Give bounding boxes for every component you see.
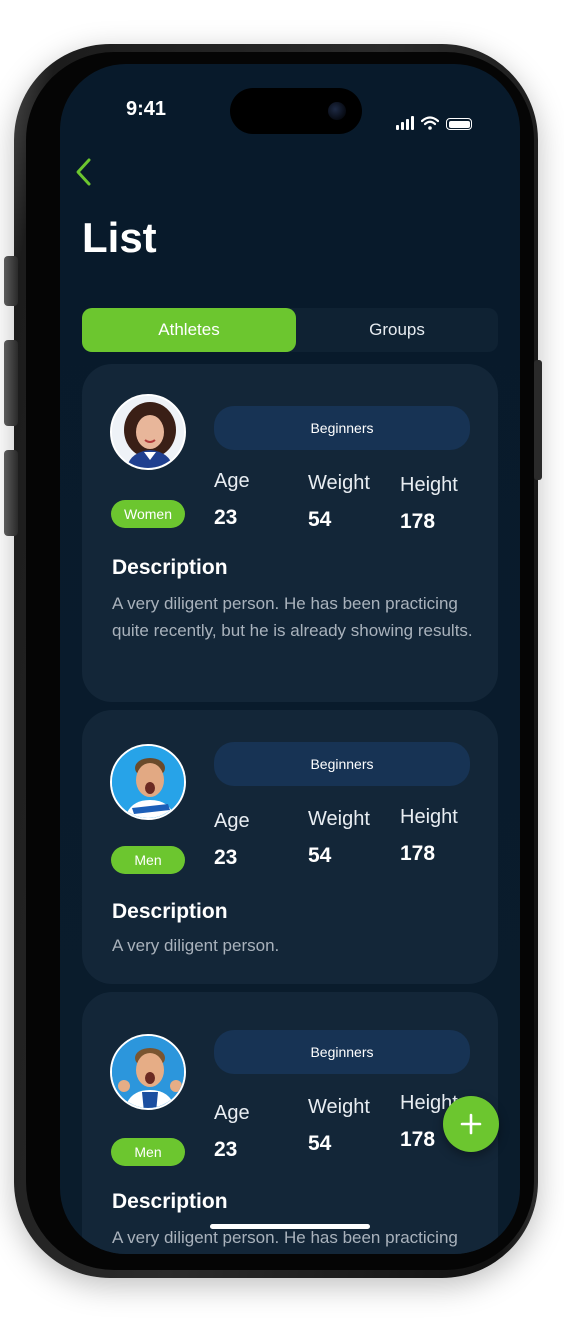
app-screen: 9:41 List Athletes Groups Women Beginner… [60, 64, 520, 1254]
power-button [534, 360, 542, 480]
age-label: Age [214, 1102, 250, 1124]
group-badge-button[interactable]: Beginners [214, 406, 470, 450]
avatar [110, 394, 186, 470]
description-heading: Description [112, 556, 228, 579]
wifi-icon [421, 116, 439, 130]
weight-label: Weight [308, 808, 370, 830]
page-title: List [82, 214, 157, 261]
group-badge-button[interactable]: Beginners [214, 1030, 470, 1074]
weight-label: Weight [308, 1096, 370, 1118]
avatar [110, 1034, 186, 1110]
description-heading: Description [112, 1190, 228, 1213]
age-value: 23 [214, 1138, 238, 1161]
man-portrait-icon [112, 1036, 184, 1108]
man-portrait-icon [112, 746, 184, 818]
height-label: Height [400, 474, 458, 496]
gender-badge: Women [111, 500, 185, 528]
age-value: 23 [214, 846, 238, 869]
home-indicator[interactable] [210, 1224, 370, 1229]
avatar [110, 744, 186, 820]
athlete-card[interactable]: Women Beginners Age 23 Weight 54 Height … [82, 364, 498, 702]
dynamic-island [230, 88, 362, 134]
age-value: 23 [214, 506, 238, 529]
volume-up-button [4, 340, 18, 426]
weight-value: 54 [308, 1132, 332, 1155]
gender-badge: Men [111, 1138, 185, 1166]
status-icons [396, 116, 472, 130]
plus-icon [460, 1113, 482, 1135]
height-label: Height [400, 806, 458, 828]
tab-athletes[interactable]: Athletes [82, 308, 296, 352]
cellular-signal-icon [396, 116, 414, 130]
athlete-card[interactable]: Men Beginners Age 23 Weight 54 Height 17… [82, 992, 498, 1254]
athlete-card[interactable]: Men Beginners Age 23 Weight 54 Height 17… [82, 710, 498, 984]
age-label: Age [214, 810, 250, 832]
chevron-left-icon [76, 158, 91, 186]
description-heading: Description [112, 900, 228, 923]
height-value: 178 [400, 842, 436, 865]
height-value: 178 [400, 1128, 436, 1151]
tab-groups[interactable]: Groups [296, 308, 498, 352]
height-value: 178 [400, 510, 436, 533]
group-badge-button[interactable]: Beginners [214, 742, 470, 786]
back-button[interactable] [72, 156, 96, 188]
status-time: 9:41 [126, 98, 167, 120]
age-label: Age [214, 470, 250, 492]
weight-value: 54 [308, 844, 332, 867]
battery-icon [446, 118, 472, 130]
segmented-tabs: Athletes Groups [82, 308, 498, 352]
add-athlete-button[interactable] [443, 1096, 499, 1152]
front-camera [328, 102, 346, 120]
mute-switch [4, 256, 18, 306]
weight-value: 54 [308, 508, 332, 531]
volume-down-button [4, 450, 18, 536]
weight-label: Weight [308, 472, 370, 494]
woman-portrait-icon [112, 396, 184, 468]
description-text: A very diligent person. He has been prac… [112, 594, 473, 640]
gender-badge: Men [111, 846, 185, 874]
description-text: A very diligent person. [112, 936, 280, 955]
